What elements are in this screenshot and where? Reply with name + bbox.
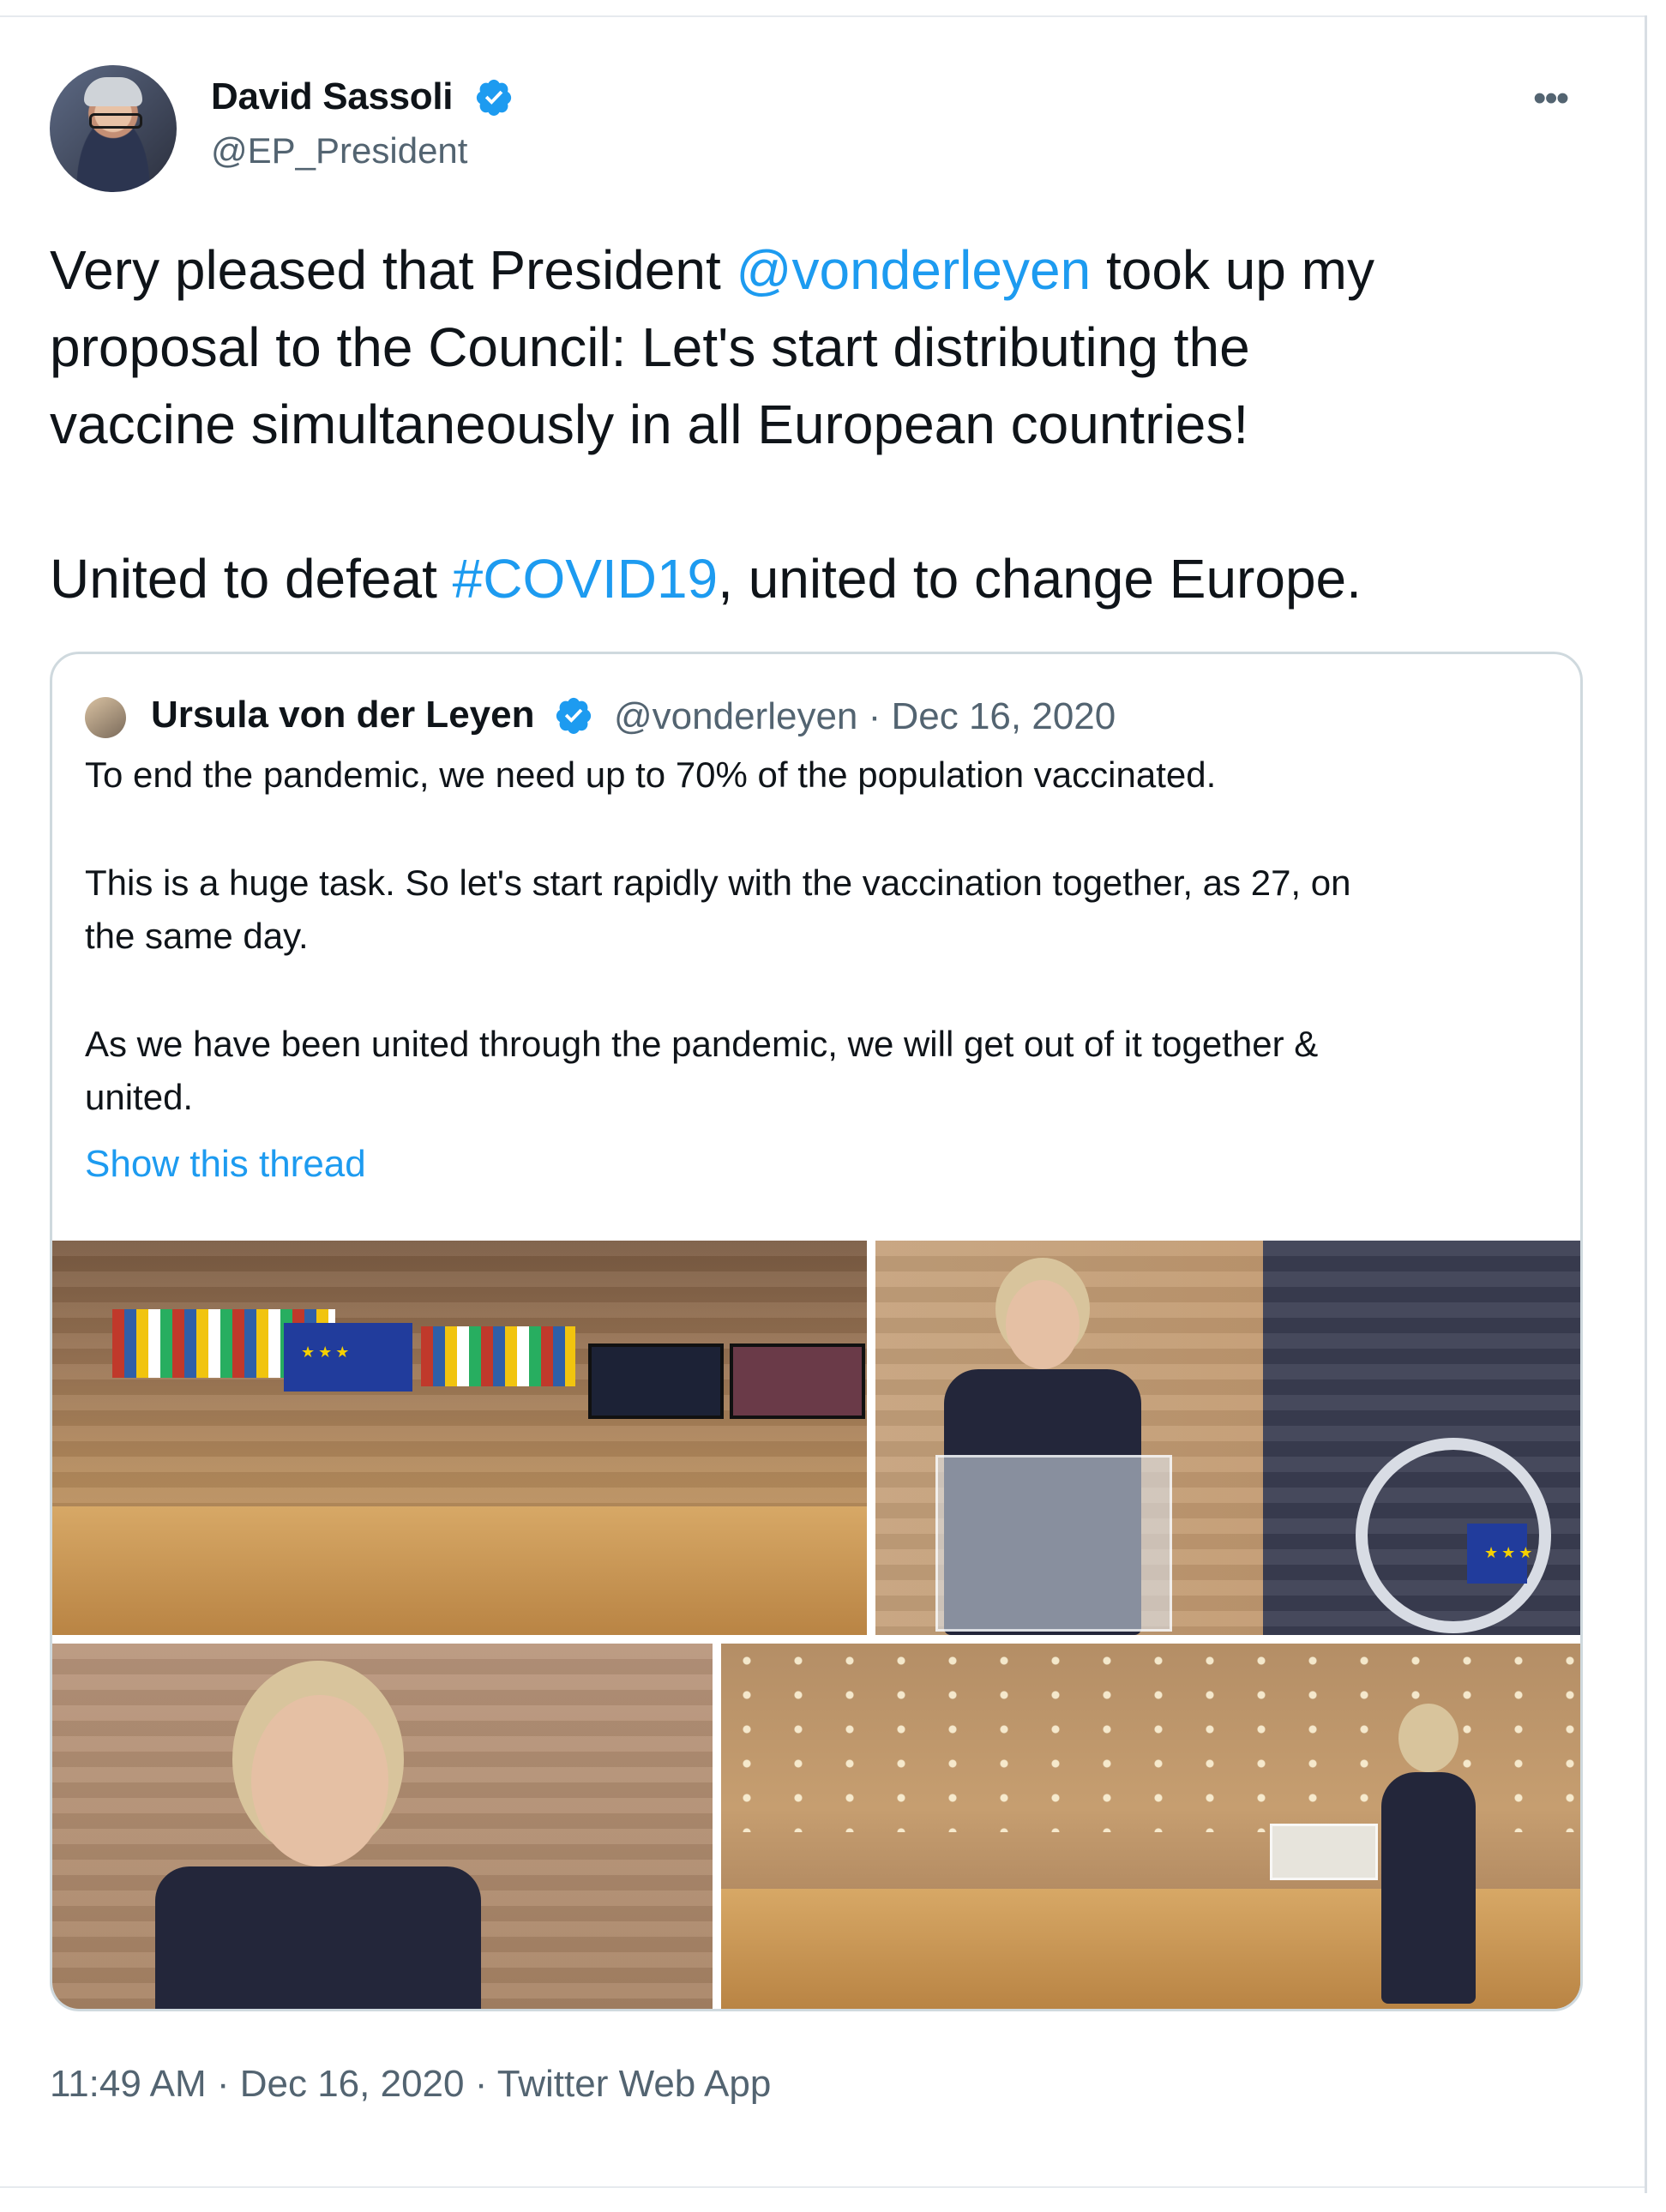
- speaker-figure: [155, 1866, 481, 2009]
- quoted-handle-date[interactable]: @vonderleyen · Dec 16, 2020: [614, 695, 1116, 738]
- quoted-paragraph-3-line-2: united.: [85, 1077, 194, 1117]
- photo-speaker-at-lectern[interactable]: [875, 1241, 1580, 1635]
- quoted-paragraph-3-line-1: As we have been united through the pande…: [85, 1024, 1319, 1064]
- speaker-hair: [1398, 1704, 1459, 1772]
- quoted-tweet-text: To end the pandemic, we need up to 70% o…: [85, 748, 1560, 1124]
- photo-speaker-closeup[interactable]: [52, 1644, 713, 2009]
- quoted-paragraph-2-line-2: the same day.: [85, 916, 309, 956]
- tweet-line-1: Very pleased that President @vonderleyen…: [50, 231, 1585, 309]
- tweet-line-4: United to defeat #COVID19, united to cha…: [50, 540, 1585, 617]
- verified-badge-icon: [556, 697, 592, 735]
- avatar-glasses: [89, 113, 142, 129]
- frame-bottom-border: [0, 2186, 1645, 2188]
- quoted-paragraph-1: To end the pandemic, we need up to 70% o…: [85, 754, 1217, 795]
- tweet-line-2: proposal to the Council: Let's start dis…: [50, 316, 1250, 378]
- mention-link[interactable]: @vonderleyen: [737, 239, 1092, 301]
- eu-flag: [284, 1323, 412, 1392]
- photo-wide-chamber[interactable]: [721, 1644, 1580, 2009]
- tweet-text-fragment: Very pleased that President: [50, 239, 737, 301]
- show-thread-link[interactable]: Show this thread: [85, 1143, 366, 1186]
- eu-flag: [1467, 1524, 1536, 1584]
- tweet-text-fragment: United to defeat: [50, 548, 453, 610]
- photo-plenary-hall[interactable]: [52, 1241, 867, 1635]
- tweet-timestamp[interactable]: 11:49 AM · Dec 16, 2020 · Twitter Web Ap…: [50, 2063, 771, 2106]
- flags-row: [421, 1326, 575, 1386]
- avatar-hair: [84, 77, 142, 106]
- quoted-tweet-card[interactable]: Ursula von der Leyen @vonderleyen · Dec …: [50, 652, 1583, 2011]
- tweet-text-fragment: took up my: [1091, 239, 1374, 301]
- speaker-figure: [1381, 1772, 1476, 2004]
- quoted-author-name[interactable]: Ursula von der Leyen: [151, 694, 534, 736]
- speaker-face: [251, 1695, 388, 1866]
- tweet-line-3: vaccine simultaneously in all European c…: [50, 394, 1249, 455]
- author-handle[interactable]: @EP_President: [211, 130, 467, 171]
- verified-badge-icon: [476, 79, 512, 117]
- speaker-face: [1006, 1280, 1080, 1369]
- tweet-text: Very pleased that President @vonderleyen…: [50, 231, 1585, 617]
- lectern: [935, 1455, 1172, 1632]
- display-screen: [588, 1343, 724, 1419]
- hashtag-link[interactable]: #COVID19: [453, 548, 718, 610]
- author-avatar[interactable]: [50, 65, 177, 192]
- quoted-paragraph-2-line-1: This is a huge task. So let's start rapi…: [85, 863, 1351, 903]
- frame-top-border: [0, 15, 1645, 17]
- display-screen: [730, 1343, 865, 1419]
- quoted-author-avatar[interactable]: [85, 697, 126, 738]
- author-name[interactable]: David Sassoli: [211, 75, 454, 118]
- more-icon[interactable]: •••: [1533, 80, 1581, 117]
- tweet-text-fragment: , united to change Europe.: [718, 548, 1362, 610]
- speaking-notes: [1270, 1824, 1378, 1880]
- desks: [52, 1506, 867, 1635]
- frame-right-border: [1645, 15, 1647, 2193]
